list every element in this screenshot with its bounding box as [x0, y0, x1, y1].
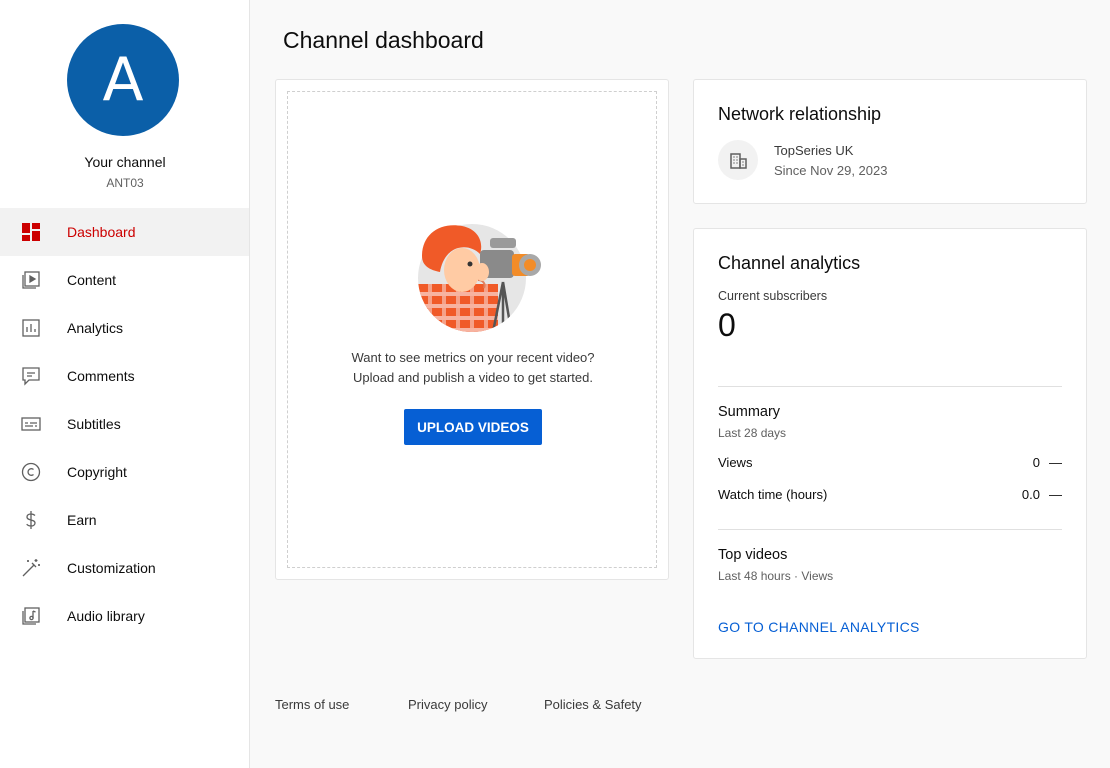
dashboard-icon [20, 221, 42, 243]
sidebar-item-audio-library[interactable]: Audio library [0, 592, 249, 640]
watch-time-trend: — [1049, 487, 1062, 502]
watch-time-value: 0.0 [1021, 487, 1040, 502]
views-trend: — [1049, 455, 1062, 470]
sidebar-item-earn[interactable]: Earn [0, 496, 249, 544]
sidebar-item-analytics[interactable]: Analytics [0, 304, 249, 352]
network-relationship-card: Network relationship TopSeries UK Since … [693, 79, 1087, 204]
go-to-channel-analytics-link[interactable]: GO TO CHANNEL ANALYTICS [718, 619, 920, 635]
views-value: 0 [1032, 455, 1040, 470]
sidebar-item-label: Analytics [67, 320, 124, 336]
upload-videos-button[interactable]: UPLOAD VIDEOS [404, 409, 542, 445]
channel-analytics-card: Channel analytics Current subscribers 0 … [693, 228, 1087, 659]
top-videos-period: Last 48 hours · Views [718, 569, 834, 583]
comments-icon [20, 365, 42, 387]
sidebar-item-customization[interactable]: Customization [0, 544, 249, 592]
sidebar-item-copyright[interactable]: Copyright [0, 448, 249, 496]
sidebar-item-label: Customization [67, 560, 156, 576]
earn-icon [20, 509, 42, 531]
page-title: Channel dashboard [283, 27, 484, 53]
divider [718, 386, 1062, 387]
channel-avatar[interactable]: A [67, 24, 179, 136]
sidebar-item-dashboard[interactable]: Dashboard [0, 208, 249, 256]
sidebar-item-label: Copyright [67, 464, 127, 480]
camera-operator-illustration [418, 224, 541, 332]
upload-prompt-line2: Upload and publish a video to get starte… [353, 370, 593, 385]
sidebar-item-content[interactable]: Content [0, 256, 249, 304]
watch-time-label: Watch time (hours) [718, 487, 828, 502]
sidebar-item-label: Earn [67, 512, 97, 528]
audio-library-icon [20, 605, 42, 627]
divider [718, 529, 1062, 530]
network-card-title: Network relationship [718, 104, 882, 124]
sidebar-item-label: Content [67, 272, 117, 288]
sidebar: A Your channel ANT03 Dashboard Content A… [0, 0, 250, 768]
upload-dropzone: Want to see metrics on your recent video… [287, 91, 657, 568]
channel-handle: ANT03 [106, 176, 144, 190]
subscribers-label: Current subscribers [718, 289, 828, 303]
network-name: TopSeries UK [774, 143, 854, 158]
sidebar-item-label: Dashboard [67, 224, 136, 240]
sidebar-item-label: Subtitles [67, 416, 121, 432]
summary-title: Summary [718, 404, 781, 420]
sidebar-item-label: Comments [67, 368, 135, 384]
building-icon [718, 140, 758, 180]
sidebar-nav: Dashboard Content Analytics Comments Sub… [0, 208, 249, 640]
analytics-icon [20, 317, 42, 339]
policies-safety-link[interactable]: Policies & Safety [544, 697, 642, 712]
sidebar-item-comments[interactable]: Comments [0, 352, 249, 400]
top-videos-title: Top videos [718, 547, 788, 563]
network-since-date: Since Nov 29, 2023 [774, 163, 888, 178]
copyright-icon [20, 461, 42, 483]
customization-icon [20, 557, 42, 579]
analytics-card-title: Channel analytics [718, 253, 861, 273]
privacy-policy-link[interactable]: Privacy policy [408, 697, 487, 712]
terms-of-use-link[interactable]: Terms of use [275, 697, 349, 712]
upload-card: Want to see metrics on your recent video… [275, 79, 669, 580]
sidebar-item-subtitles[interactable]: Subtitles [0, 400, 249, 448]
upload-prompt-line1: Want to see metrics on your recent video… [351, 350, 595, 365]
content-icon [20, 269, 42, 291]
summary-period: Last 28 days [718, 426, 787, 440]
subscribers-count: 0 [718, 307, 736, 343]
subtitles-icon [20, 413, 42, 435]
channel-title[interactable]: Your channel [0, 154, 250, 170]
views-label: Views [718, 455, 753, 470]
sidebar-item-label: Audio library [67, 608, 145, 624]
